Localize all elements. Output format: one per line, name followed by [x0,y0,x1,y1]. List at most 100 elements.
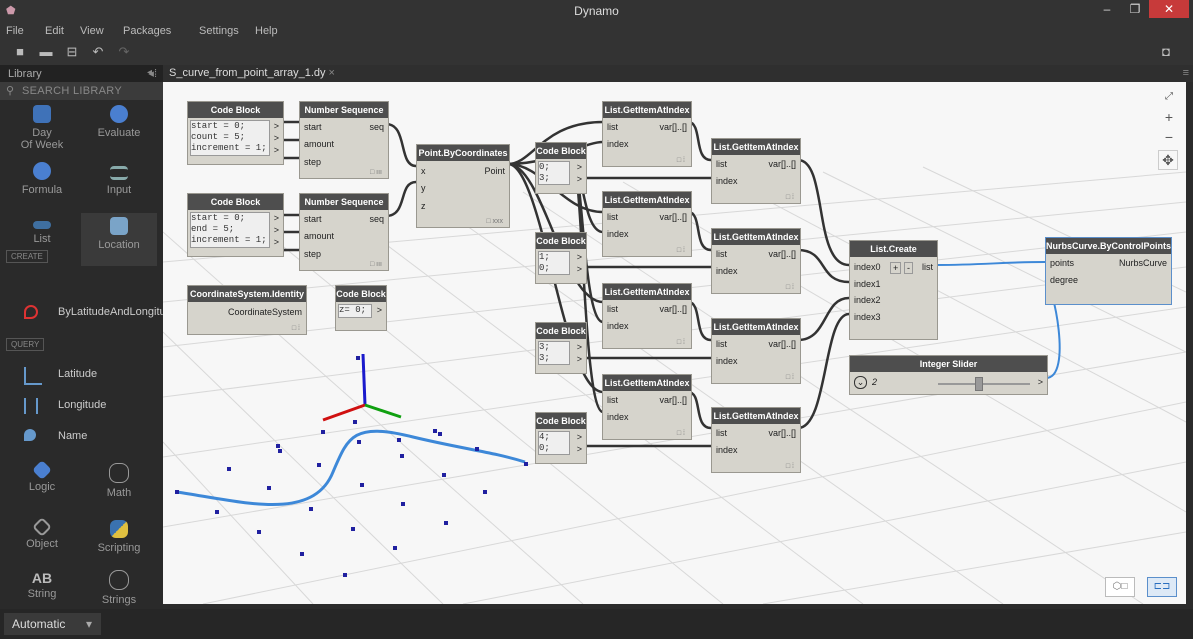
menu-view[interactable]: View [80,25,104,37]
pan-icon[interactable]: ✥ [1158,150,1178,170]
collapse-arrow-icon[interactable]: ◂ [147,67,152,78]
number-sequence-node[interactable]: Number Sequence start amount step seq □ … [299,193,389,271]
list-create-node[interactable]: List.Create index0 index1 index2 index3 … [849,240,938,340]
code-editor[interactable]: start = 0; end = 5; increment = 1; [190,212,270,248]
input-port-y[interactable]: y [421,183,426,193]
graph-view-icon[interactable]: ⊏⊐ [1147,577,1177,597]
output-port[interactable]: > [377,305,382,315]
list-getitematindex-node[interactable]: List.GetItemAtIndex list index var[]..[]… [602,191,692,257]
output-port-var[interactable]: var[]..[] [659,395,687,405]
run-mode-dropdown[interactable]: Automatic ▾ [4,613,101,635]
library-item-latitude[interactable]: Latitude [0,362,163,388]
tabs-menu-icon[interactable]: ≡ [1183,67,1189,79]
zoom-to-fit-icon[interactable]: ⤢ [1160,88,1178,106]
library-item-bylatitudeandlongitude[interactable]: ByLatitudeAndLongitu [0,300,163,326]
output-port[interactable]: > [274,213,279,223]
output-port-seq[interactable]: seq [369,214,384,224]
output-port[interactable]: > [274,145,279,155]
category-location[interactable]: Location [81,213,157,266]
menu-settings[interactable]: Settings [199,25,239,37]
input-port-step[interactable]: step [304,249,321,259]
input-port-amount[interactable]: amount [304,139,334,149]
geometry-view-icon[interactable]: ⬡□ [1105,577,1135,597]
graph-canvas[interactable]: Code Block start = 0; count = 5; increme… [163,82,1186,604]
output-port[interactable]: > [577,174,582,184]
output-port-point[interactable]: Point [484,166,505,176]
expand-slider-icon[interactable]: ⌄ [854,376,867,389]
output-port[interactable]: > [274,225,279,235]
list-getitematindex-node[interactable]: List.GetItemAtIndex list index var[]..[]… [602,101,692,167]
input-port-index[interactable]: index [716,266,738,276]
slider-track[interactable] [938,383,1030,385]
menu-help[interactable]: Help [255,25,278,37]
output-port-var[interactable]: var[]..[] [768,249,796,259]
slider-thumb[interactable] [974,377,983,391]
input-port-index0[interactable]: index0 [854,262,881,272]
input-port-list[interactable]: list [607,395,618,405]
code-block-node[interactable]: Code Block 0; 3; > > [535,142,587,194]
input-port-index[interactable]: index [607,229,629,239]
menu-file[interactable]: File [6,25,24,37]
list-getitematindex-node[interactable]: List.GetItemAtIndex list index var[]..[]… [602,283,692,349]
output-port-var[interactable]: var[]..[] [768,339,796,349]
output-port[interactable]: > [1038,377,1043,387]
input-port-list[interactable]: list [716,249,727,259]
output-port-var[interactable]: var[]..[] [659,304,687,314]
category-evaluate[interactable]: Evaluate [81,105,157,139]
input-port-index3[interactable]: index3 [854,312,881,322]
output-port[interactable]: > [577,342,582,352]
zoom-out-icon[interactable]: − [1160,128,1178,146]
input-port-index[interactable]: index [607,321,629,331]
category-input[interactable]: Input [81,162,157,196]
menu-packages[interactable]: Packages [123,25,171,37]
output-port[interactable]: > [577,264,582,274]
code-editor[interactable]: 4; 0; [538,431,570,455]
list-getitematindex-node[interactable]: List.GetItemAtIndex list index var[]..[]… [711,318,801,384]
code-block-node[interactable]: Code Block z= 0; > [335,285,387,331]
code-block-node[interactable]: Code Block 3; 3; > > [535,322,587,374]
screenshot-camera-icon[interactable]: ◘ [1158,45,1174,59]
output-port[interactable]: > [274,237,279,247]
input-port-index2[interactable]: index2 [854,295,881,305]
list-getitematindex-node[interactable]: List.GetItemAtIndex list index var[]..[]… [602,374,692,440]
menu-edit[interactable]: Edit [45,25,64,37]
code-block-node[interactable]: Code Block 1; 0; > > [535,232,587,284]
input-port-step[interactable]: step [304,157,321,167]
input-port-index1[interactable]: index1 [854,279,881,289]
category-string[interactable]: AB String [4,570,80,600]
list-getitematindex-node[interactable]: List.GetItemAtIndex list index var[]..[]… [711,407,801,473]
input-port-index[interactable]: index [716,176,738,186]
zoom-in-icon[interactable]: + [1160,108,1178,126]
input-port-list[interactable]: list [716,428,727,438]
category-day-of-week[interactable]: Day Of Week [4,105,80,151]
save-icon[interactable]: ⊟ [64,45,80,59]
code-editor[interactable]: 3; 3; [538,341,570,365]
code-block-node[interactable]: Code Block 4; 0; > > [535,412,587,464]
input-port-z[interactable]: z [421,201,426,211]
output-port[interactable]: > [577,354,582,364]
code-block-node[interactable]: Code Block start = 0; count = 5; increme… [187,101,284,165]
coordinatesystem-identity-node[interactable]: CoordinateSystem.Identity CoordinateSyst… [187,285,307,335]
output-port[interactable]: > [577,162,582,172]
category-formula[interactable]: Formula [4,162,80,196]
output-port[interactable]: > [274,121,279,131]
list-getitematindex-node[interactable]: List.GetItemAtIndex list index var[]..[]… [711,228,801,294]
category-strings[interactable]: Strings [81,570,157,606]
output-port-var[interactable]: var[]..[] [768,159,796,169]
output-port[interactable]: > [274,133,279,143]
close-button[interactable]: ✕ [1149,0,1189,18]
input-port-index[interactable]: index [607,139,629,149]
tab-close-icon[interactable]: × [329,67,335,79]
library-item-longitude[interactable]: Longitude [0,393,163,419]
undo-icon[interactable]: ↶ [90,45,106,59]
input-port-index[interactable]: index [716,356,738,366]
output-port-coordinatesystem[interactable]: CoordinateSystem [228,307,302,317]
library-item-name[interactable]: Name [0,424,163,450]
code-block-node[interactable]: Code Block start = 0; end = 5; increment… [187,193,284,257]
input-port-start[interactable]: start [304,122,322,132]
output-port[interactable]: > [577,252,582,262]
output-port-seq[interactable]: seq [369,122,384,132]
input-port-amount[interactable]: amount [304,231,334,241]
code-editor[interactable]: z= 0; [338,304,372,318]
code-editor[interactable]: 0; 3; [538,161,570,185]
